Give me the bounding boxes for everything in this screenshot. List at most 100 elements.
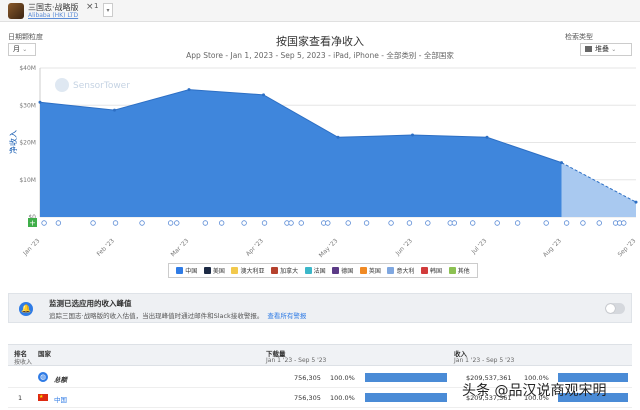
legend-item[interactable]: 其他 [448, 266, 470, 275]
event-marker-icon[interactable] [288, 220, 294, 226]
event-marker-icon[interactable] [261, 220, 268, 226]
x-tick-label: May '23 [318, 237, 340, 259]
x-tick-label: Mar '23 [170, 237, 191, 258]
alert-body: 追踪三国志·战略版的收入估值，当出现峰值时通过邮件和Slack接收警报。 查看所有… [49, 310, 306, 320]
event-marker-icon[interactable] [202, 220, 209, 226]
table-header: 排名 按收入 国家 下载量 Jan 1 '23 - Sep 5 '23 收入 J… [8, 344, 632, 366]
event-marker-icon[interactable] [514, 220, 521, 226]
legend-item[interactable]: 德国 [332, 266, 353, 275]
x-tick-label: Apr '23 [245, 237, 265, 257]
revenue-alert-banner: 🔔 监测已选应用的收入峰值 追踪三国志·战略版的收入估值，当出现峰值时通过邮件和… [8, 293, 632, 323]
event-marker-icon[interactable] [621, 220, 627, 226]
event-marker-icon[interactable] [325, 220, 331, 226]
sensortower-watermark-text: SensorTower [73, 81, 130, 91]
event-marker-icon[interactable] [90, 220, 96, 226]
legend-item[interactable]: 法国 [304, 266, 326, 275]
legend-item[interactable]: 加拿大 [271, 266, 298, 275]
event-marker-icon[interactable] [494, 220, 500, 226]
country-name: 总额 [54, 376, 67, 384]
legend-swatch [387, 267, 395, 274]
event-marker-icon[interactable] [580, 220, 586, 226]
chart-legend: 中国 美国 澳大利亚 加拿大 法国 德国 英国 意大利 韩国 其他 [168, 263, 478, 278]
data-point[interactable] [262, 93, 265, 97]
legend-swatch [271, 267, 279, 274]
legend-swatch [359, 267, 367, 274]
china-flag-icon: ★ [38, 394, 48, 401]
country-name[interactable]: 中国 [54, 394, 67, 404]
legend-item[interactable]: 韩国 [421, 266, 442, 275]
app-icon[interactable] [8, 3, 24, 19]
series-area-projected [561, 162, 636, 217]
y-tick-label: $30M [19, 102, 36, 109]
legend-label: 其他 [457, 268, 470, 275]
legend-swatch [231, 267, 239, 274]
legend-item[interactable]: 意大利 [387, 266, 414, 275]
downloads-pct: 100.0% [330, 394, 355, 402]
revenue-area-chart[interactable]: $0$10M$20M$30M$40M SensorTower + Jan '23… [0, 60, 640, 260]
downloads-value: 756,305 [294, 394, 321, 402]
data-point[interactable] [187, 88, 191, 92]
event-marker-icon[interactable] [363, 220, 370, 226]
data-point[interactable] [411, 133, 414, 137]
event-marker-icon[interactable] [563, 220, 570, 226]
event-marker-icon[interactable] [167, 220, 174, 226]
legend-swatch [332, 267, 340, 274]
data-point[interactable] [113, 108, 116, 112]
plus-icon: + [29, 219, 36, 228]
legend-item[interactable]: 英国 [359, 266, 381, 275]
x-tick-label: Aug '23 [542, 237, 563, 258]
event-marker-icon[interactable] [218, 220, 225, 226]
event-marker-icon[interactable] [55, 220, 62, 226]
data-point[interactable] [336, 135, 340, 139]
event-marker-icon[interactable] [388, 220, 394, 226]
publisher-link[interactable]: Alibaba (HK) LTD [28, 12, 78, 19]
downloads-share-bar [365, 393, 447, 402]
x-tick-label: Feb '23 [96, 237, 117, 258]
y-tick-label: $20M [19, 140, 36, 147]
data-point[interactable] [38, 100, 42, 104]
event-marker-icon[interactable] [470, 220, 476, 226]
data-point[interactable] [485, 135, 489, 139]
event-marker-icon[interactable] [41, 220, 47, 226]
close-icon[interactable]: × [86, 2, 94, 12]
event-marker-icon[interactable] [298, 220, 304, 226]
event-marker-icon[interactable] [345, 220, 351, 226]
view-all-alerts-link[interactable]: 查看所有警报 [267, 312, 306, 320]
event-marker-icon[interactable] [406, 220, 413, 226]
legend-item[interactable]: 中国 [176, 266, 197, 275]
event-marker-icon[interactable] [425, 220, 431, 226]
event-marker-icon[interactable] [596, 220, 602, 226]
toggle-knob [606, 304, 615, 313]
col-country[interactable]: 国家 [38, 348, 51, 358]
chevron-down-icon[interactable]: ▾ [103, 3, 113, 17]
y-axis-label: 净收入 [8, 130, 18, 154]
globe-icon: ◍ [38, 372, 48, 382]
alert-toggle[interactable] [605, 303, 625, 314]
legend-swatch [176, 267, 184, 274]
event-marker-icon[interactable] [241, 220, 247, 226]
event-marker-icon[interactable] [451, 220, 458, 226]
col-downloads-sub: Jan 1 '23 - Sep 5 '23 [266, 357, 327, 364]
x-tick-label: Jan '23 [21, 237, 41, 257]
x-tick-label: Jul '23 [470, 237, 489, 256]
event-marker-icon[interactable] [139, 220, 145, 226]
legend-label: 韩国 [430, 268, 443, 275]
event-marker-icon[interactable] [543, 220, 549, 226]
legend-swatch [304, 267, 312, 274]
col-rank-sub: 按收入 [14, 359, 33, 366]
rank-value: 1 [18, 394, 23, 402]
y-tick-label: $40M [19, 65, 36, 72]
legend-item[interactable]: 美国 [203, 266, 225, 275]
sensortower-watermark: SensorTower [55, 78, 130, 92]
x-tick-label: Jun '23 [394, 237, 414, 257]
legend-label: 法国 [313, 268, 326, 275]
event-marker-icon[interactable] [112, 220, 119, 226]
data-point[interactable] [560, 161, 563, 165]
event-marker-icon[interactable] [174, 220, 180, 226]
x-tick-label: Sep '23 [617, 237, 638, 258]
legend-label: 加拿大 [280, 268, 299, 275]
downloads-share-fill [365, 373, 447, 382]
sensortower-logo-icon [55, 78, 69, 92]
data-point[interactable] [634, 200, 638, 204]
legend-item[interactable]: 澳大利亚 [231, 266, 264, 275]
